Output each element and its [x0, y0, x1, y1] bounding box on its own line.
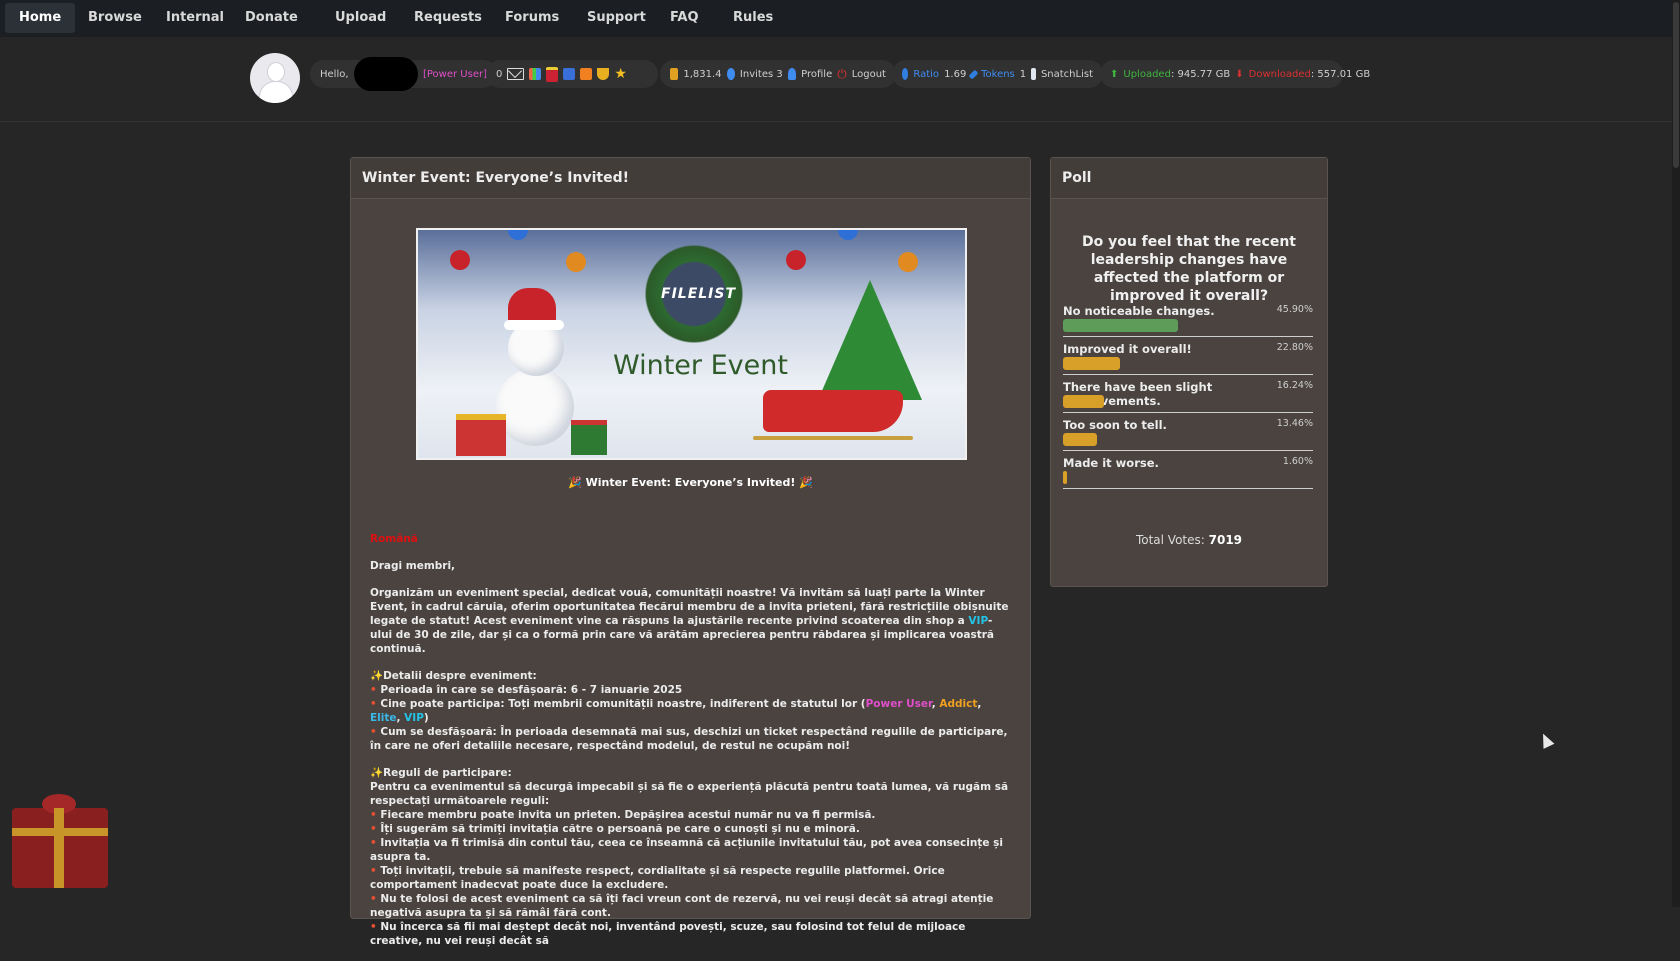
sparkle-icon: ✨: [370, 767, 384, 779]
poll-option-label: No noticeable changes.: [1063, 304, 1215, 318]
nav-home[interactable]: Home: [5, 3, 76, 33]
party-icon: 🎉: [568, 476, 582, 489]
rss-icon[interactable]: [580, 68, 593, 80]
nav-rules[interactable]: Rules: [719, 3, 787, 33]
user-class: [Power User]: [422, 68, 487, 80]
poll-option: No noticeable changes. 45.90%: [1063, 298, 1313, 337]
logout-link[interactable]: Logout: [852, 69, 886, 80]
power-icon: ⏻: [837, 66, 847, 81]
profile-icon: [787, 68, 797, 80]
nav-donate[interactable]: Donate: [231, 3, 312, 33]
poll-header: Poll: [1051, 158, 1327, 199]
news-panel: Winter Event: Everyone’s Invited! FILELI…: [350, 157, 1031, 947]
gift-box-icon[interactable]: [12, 794, 108, 888]
nav-support[interactable]: Support: [573, 3, 660, 33]
user-info-bar: Hello, [Power User] 0 ★ 1,831.4 Invites …: [0, 37, 1680, 122]
banner-logo-text: FILELIST: [661, 286, 737, 302]
ratio-value: 1.69: [944, 68, 967, 80]
sparkle-icon: ✨: [370, 670, 384, 682]
nav-browse[interactable]: Browse: [74, 3, 156, 33]
poll-option-percent: 1.60%: [1282, 456, 1313, 467]
news-body: Română Dragi membri, Organizăm un evenim…: [370, 532, 1010, 961]
news-headline: 🎉 Winter Event: Everyone’s Invited! 🎉: [568, 476, 813, 489]
poll-option: Made it worse. 1.60%: [1063, 450, 1313, 489]
nav-faq[interactable]: FAQ: [656, 3, 713, 33]
poll-option-label: Improved it overall!: [1063, 342, 1192, 356]
snatchlist-link[interactable]: SnatchList: [1041, 69, 1093, 80]
ratio-icon: [902, 68, 909, 80]
poll-option: There have been slight improvements. 16.2…: [1063, 374, 1313, 413]
gift-icon[interactable]: [546, 66, 559, 82]
tokens-value: 1: [1019, 68, 1027, 80]
coins-icon: [670, 68, 679, 80]
quick-icons-pill: 0 ★: [486, 60, 658, 88]
poll-option: Too soon to tell. 13.46%: [1063, 412, 1313, 451]
poll-option-label: Too soon to tell.: [1063, 418, 1167, 432]
poll-option-bar: [1063, 319, 1178, 332]
poll-option-bar: [1063, 357, 1120, 370]
poll-total: Total Votes: 7019: [1135, 533, 1243, 547]
poll-option-label: Made it worse.: [1063, 456, 1159, 470]
upload-arrow-icon: ⬆: [1110, 68, 1119, 80]
downloaded-value: : 557.01 GB: [1310, 68, 1371, 80]
poll-question: Do you feel that the recent leadership c…: [1081, 234, 1296, 304]
greeting: Dragi membri,: [370, 560, 456, 572]
nav-forums[interactable]: Forums: [491, 3, 573, 33]
invite-icon: [726, 68, 735, 80]
nav-requests[interactable]: Requests: [400, 3, 496, 33]
list-icon: [1031, 68, 1036, 80]
language-heading: Română: [370, 533, 418, 545]
trophy-icon[interactable]: [597, 68, 610, 80]
party-icon: 🎉: [799, 476, 813, 489]
poll-option-bar: [1063, 433, 1097, 446]
poll-option-percent: 45.90%: [1276, 304, 1313, 315]
poll-option-percent: 22.80%: [1276, 342, 1313, 353]
user-greeting-pill: Hello, [Power User]: [310, 57, 497, 91]
uploaded-value: : 945.77 GB: [1170, 68, 1231, 80]
news-header: Winter Event: Everyone’s Invited!: [351, 158, 1030, 199]
uploaded-label: Uploaded: [1123, 68, 1171, 80]
star-icon[interactable]: ★: [614, 66, 627, 82]
tokens-label: Tokens: [981, 68, 1015, 80]
transfer-pill: ⬆ Uploaded: 945.77 GB ⬇ Downloaded: 557.…: [1100, 60, 1370, 88]
page-scrollbar[interactable]: [1672, 0, 1680, 907]
messages-count: 0: [496, 68, 503, 80]
ratio-label: Ratio: [913, 68, 940, 80]
bonus-points: 1,831.4: [683, 68, 722, 80]
poll-option-bar: [1063, 471, 1067, 484]
download-arrow-icon: ⬇: [1235, 68, 1244, 80]
mail-icon[interactable]: [507, 68, 525, 80]
poll-option-percent: 13.46%: [1276, 418, 1313, 429]
invites-link[interactable]: Invites 3: [740, 69, 783, 80]
intro-paragraph: Organizăm un eveniment special, dedicat …: [370, 587, 1009, 655]
shop-icon[interactable]: [563, 68, 576, 80]
ratio-pill: Ratio 1.69 Tokens 1 SnatchList: [892, 60, 1103, 88]
banner-title: Winter Event: [613, 350, 788, 381]
redacted-username: [353, 57, 418, 91]
nav-internal[interactable]: Internal: [152, 3, 238, 33]
mouse-cursor-icon: [1537, 731, 1555, 749]
avatar[interactable]: [250, 53, 300, 103]
downloaded-label: Downloaded: [1248, 68, 1311, 80]
top-navigation: Home Browse Internal Donate Upload Reque…: [0, 0, 1680, 37]
poll-option: Improved it overall! 22.80%: [1063, 336, 1313, 375]
poll-panel: Poll Do you feel that the recent leaders…: [1050, 157, 1328, 587]
tokens-icon: [968, 69, 979, 79]
stats-icon[interactable]: [529, 68, 542, 80]
winter-event-banner: FILELIST Winter Event: [416, 228, 967, 460]
hello-text: Hello,: [320, 68, 349, 80]
poll-option-bar: [1063, 395, 1104, 408]
nav-upload[interactable]: Upload: [321, 3, 400, 33]
account-pill: 1,831.4 Invites 3 Profile ⏻ Logout: [660, 60, 896, 88]
rules-section: ✨Reguli de participare: Pentru ca evenim…: [370, 767, 1009, 947]
profile-link[interactable]: Profile: [801, 69, 832, 80]
details-section: ✨Detalii despre eveniment: • Perioada în…: [370, 670, 1008, 752]
poll-option-percent: 16.24%: [1276, 380, 1313, 391]
